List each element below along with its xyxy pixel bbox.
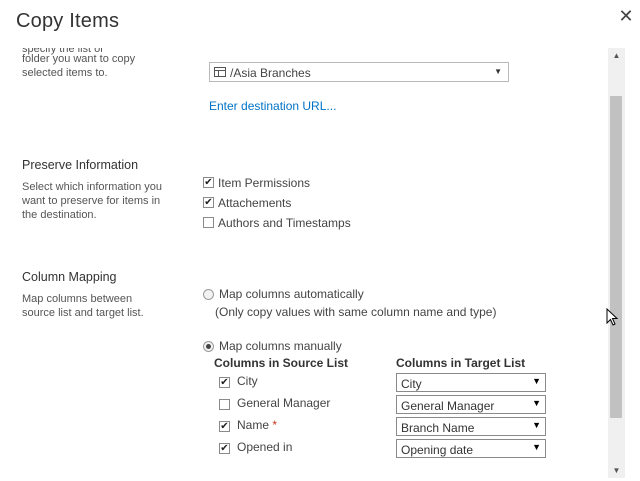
city-target-select[interactable]: City ▼ [396, 373, 546, 392]
general-manager-source-label: General Manager [237, 396, 331, 410]
preserve-description-line2: want to preserve for items in [22, 195, 161, 207]
authors-timestamps-label: Authors and Timestamps [218, 216, 351, 230]
attachements-checkbox[interactable]: ✔ [203, 197, 214, 208]
dropdown-arrow-icon: ▼ [532, 442, 541, 452]
preserve-section-title: Preserve Information [22, 158, 139, 172]
opened-in-checkbox[interactable]: ✔ [219, 443, 230, 454]
opened-in-target-value: Opening date [401, 443, 474, 457]
scrollbar-thumb[interactable] [610, 96, 622, 418]
source-columns-header: Columns in Source List [214, 356, 349, 370]
destination-select[interactable]: /Asia Branches ▼ [209, 62, 509, 82]
map-automatically-note: (Only copy values with same column name … [215, 305, 497, 319]
map-manually-radio[interactable] [203, 341, 214, 352]
dropdown-arrow-icon: ▼ [532, 398, 541, 408]
item-permissions-checkbox[interactable]: ✔ [203, 177, 214, 188]
destination-description-line2: folder you want to copy [22, 53, 136, 65]
required-marker: * [272, 418, 278, 432]
map-automatically-radio[interactable] [203, 289, 214, 300]
enter-destination-url-link[interactable]: Enter destination URL... [209, 99, 336, 113]
destination-value: /Asia Branches [230, 66, 311, 80]
vertical-scrollbar[interactable]: ▲ ▼ [608, 48, 625, 478]
city-target-value: City [401, 377, 422, 391]
general-manager-target-select[interactable]: General Manager ▼ [396, 395, 546, 414]
name-checkbox[interactable]: ✔ [219, 421, 230, 432]
mouse-cursor-icon [606, 308, 618, 326]
city-source-label: City [237, 374, 258, 388]
mapping-section-title: Column Mapping [22, 270, 117, 284]
scroll-up-icon[interactable]: ▲ [608, 51, 625, 60]
name-target-select[interactable]: Branch Name ▼ [396, 417, 546, 436]
opened-in-source-label: Opened in [237, 440, 293, 454]
mapping-description-line2: source list and target list. [22, 307, 144, 319]
name-target-value: Branch Name [401, 421, 475, 435]
dropdown-arrow-icon: ▼ [494, 67, 502, 76]
dialog-content: specify the list or folder you want to c… [0, 48, 608, 478]
general-manager-checkbox[interactable] [219, 399, 230, 410]
preserve-description-line1: Select which information you [22, 181, 163, 193]
close-icon[interactable]: ✕ [616, 6, 636, 26]
preserve-description-line3: the destination. [22, 209, 97, 221]
item-permissions-label: Item Permissions [218, 176, 311, 190]
attachements-label: Attachements [218, 196, 292, 210]
city-checkbox[interactable]: ✔ [219, 377, 230, 388]
name-source-text: Name [237, 418, 270, 432]
map-manually-label: Map columns manually [219, 339, 342, 353]
general-manager-target-value: General Manager [401, 399, 495, 413]
target-columns-header: Columns in Target List [396, 356, 526, 370]
authors-timestamps-checkbox[interactable] [203, 217, 214, 228]
destination-description-line3: selected items to. [22, 67, 108, 79]
opened-in-target-select[interactable]: Opening date ▼ [396, 439, 546, 458]
scroll-down-icon[interactable]: ▼ [608, 466, 625, 475]
dropdown-arrow-icon: ▼ [532, 376, 541, 386]
name-source-label: Name * [237, 418, 277, 432]
mapping-description-line1: Map columns between [22, 293, 133, 305]
map-automatically-label: Map columns automatically [219, 287, 364, 301]
dropdown-arrow-icon: ▼ [532, 420, 541, 430]
dialog-title: Copy Items [16, 10, 120, 32]
list-icon [214, 67, 226, 77]
